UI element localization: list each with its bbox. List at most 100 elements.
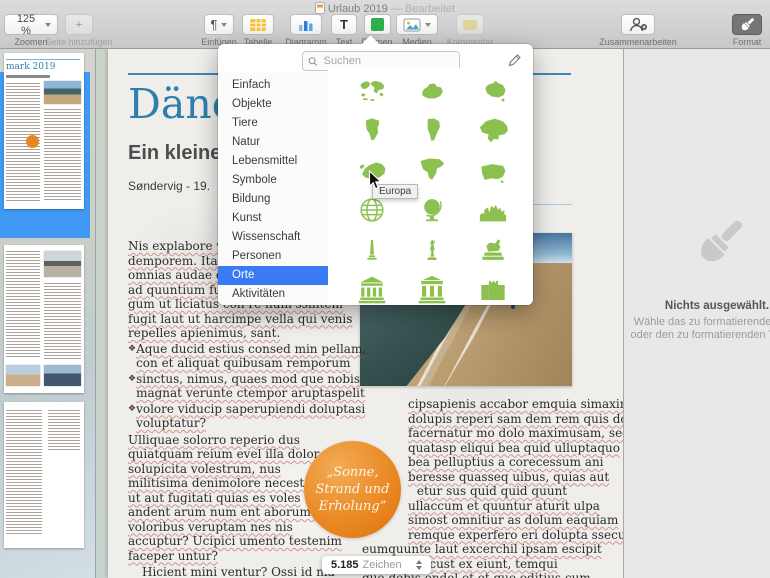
mouse-cursor <box>368 169 382 195</box>
stepper-down-icon[interactable] <box>415 566 422 573</box>
thumb-text-block <box>44 109 81 201</box>
north-america-icon <box>420 158 445 180</box>
chart-button[interactable] <box>290 14 322 35</box>
stepper-up-icon[interactable] <box>415 557 422 564</box>
shape-asia[interactable] <box>463 110 523 150</box>
callout-circle[interactable]: „Sonne, Strand und Erholung“ <box>304 441 401 538</box>
bullet-marker: ❖ <box>128 343 137 354</box>
word-count-widget[interactable]: 5.185 Zeichen <box>322 556 431 574</box>
shape-obelisk[interactable] <box>342 230 402 270</box>
collaborate-person-icon <box>629 17 647 32</box>
category-lebensmittel[interactable]: Lebensmittel <box>218 152 328 171</box>
bullet-marker: ❖ <box>128 373 137 384</box>
bullet-text[interactable]: sinctus, nimus, quaes mod que nobis magn… <box>136 372 365 401</box>
search-input[interactable] <box>321 54 454 68</box>
bullet-item[interactable]: ❖ sinctus, nimus, quaes mod que nobis ma… <box>128 372 365 401</box>
inspector-empty-hint: Wähle das zu formatierende Objekt oder d… <box>630 316 770 341</box>
category-einfach[interactable]: Einfach <box>218 76 328 95</box>
category-kunst[interactable]: Kunst <box>218 209 328 228</box>
thumb-text-block <box>48 410 80 450</box>
shape-temple[interactable] <box>342 270 402 305</box>
table-icon <box>250 18 266 31</box>
asia-icon <box>479 118 508 143</box>
category-symbole[interactable]: Symbole <box>218 171 328 190</box>
shape-south-america[interactable] <box>402 110 462 150</box>
shape-city-skyline[interactable] <box>463 190 523 230</box>
search-icon <box>308 56 318 66</box>
category-tiere[interactable]: Tiere <box>218 114 328 133</box>
comment-button[interactable] <box>456 14 484 35</box>
bullet-item[interactable]: ❖ volore viducip saperupiendi doluptasi … <box>128 402 365 431</box>
document-subtitle[interactable]: Ein kleiner <box>128 142 229 165</box>
shape-world-map[interactable] <box>342 70 402 110</box>
paragraph-3[interactable]: Hicient mini ventur? Ossi id ma doluptat… <box>128 565 342 578</box>
text-box-button[interactable]: T <box>331 14 357 35</box>
add-page-label: Seite hinzufügen <box>45 37 113 47</box>
category-bildung[interactable]: Bildung <box>218 190 328 209</box>
category-aktivitaeten[interactable]: Aktivitäten <box>218 285 328 304</box>
chevron-down-icon <box>221 23 228 30</box>
category-wissenschaft[interactable]: Wissenschaft <box>218 228 328 247</box>
toolbar-collaborate-group: Zusammenarbeiten <box>592 14 684 47</box>
south-america-icon <box>428 118 441 141</box>
thumb-subtitle-bar <box>6 75 50 78</box>
usa-icon <box>481 164 506 183</box>
thumb-beach-photo <box>44 81 81 104</box>
collaborate-button[interactable] <box>621 14 655 35</box>
bullet-text[interactable]: volore viducip saperupiendi doluptasi vo… <box>136 402 365 431</box>
word-count-stepper[interactable] <box>415 557 422 573</box>
thumb-title-text: mark 2019 <box>6 62 56 72</box>
bullet-item[interactable]: ❖ Aque ducid estius consed min pellam, c… <box>128 342 366 371</box>
text-icon: T <box>340 17 348 32</box>
shape-equestrian-monument[interactable] <box>463 230 523 270</box>
document-dateline[interactable]: Søndervig - 19. <box>128 179 210 193</box>
word-count-unit: Zeichen <box>362 559 402 571</box>
shape-africa[interactable] <box>342 110 402 150</box>
category-orte[interactable]: Orte <box>218 266 328 285</box>
add-page-button[interactable]: + <box>65 14 93 35</box>
thumb-text-block <box>6 410 42 534</box>
obelisk-icon <box>367 240 377 260</box>
equestrian-monument-icon <box>482 239 504 260</box>
page-thumbnail-2[interactable] <box>4 245 84 393</box>
format-label: Format <box>732 37 762 47</box>
document-file-icon <box>314 2 325 14</box>
antarctica-icon <box>422 83 444 99</box>
thumb-text-block <box>44 283 81 359</box>
pages-app-window: Dänemark Ein kleiner Søndervig - 19. Nis… <box>0 0 770 578</box>
page-thumbnail-3[interactable] <box>4 402 84 548</box>
shape-square-icon <box>370 18 384 31</box>
category-natur[interactable]: Natur <box>218 133 328 152</box>
shape-pantheon[interactable] <box>402 270 462 305</box>
format-brush-icon <box>741 17 754 30</box>
toolbar-table-group: Tabelle <box>238 14 278 47</box>
shape-statue-of-liberty[interactable] <box>402 230 462 270</box>
shape-icon-grid <box>328 68 533 305</box>
bullet-text[interactable]: Aque ducid estius consed min pellam, con… <box>136 342 366 371</box>
format-button[interactable] <box>732 14 762 35</box>
australia-icon <box>485 80 506 102</box>
shape-button[interactable] <box>363 14 391 35</box>
category-objekte[interactable]: Objekte <box>218 95 328 114</box>
statue-of-liberty-icon <box>427 239 438 260</box>
shape-category-list: Einfach Objekte Tiere Natur Lebensmittel… <box>218 72 329 305</box>
page-thumbnail-1[interactable]: mark 2019 <box>4 53 84 209</box>
thumb-text-block <box>6 251 40 359</box>
category-personen[interactable]: Personen <box>218 247 328 266</box>
shape-castle[interactable] <box>463 270 523 305</box>
toolbar-text-group: T Text <box>324 14 364 47</box>
shape-usa[interactable] <box>463 150 523 190</box>
shape-antarctica[interactable] <box>402 70 462 110</box>
city-skyline-icon <box>479 204 506 222</box>
insert-button[interactable]: ¶ <box>203 14 235 35</box>
thumb-dune-photo <box>6 365 40 386</box>
zoom-value: 125 % <box>16 12 36 37</box>
table-button[interactable] <box>242 14 274 35</box>
inspector-empty-title: Nichts ausgewählt. <box>664 300 770 312</box>
media-button[interactable] <box>396 14 438 35</box>
temple-icon <box>358 276 386 304</box>
window-toolbar: Urlaub 2019 — Bearbeitet 125 % Zoomen + … <box>0 0 770 49</box>
comment-icon <box>463 19 477 30</box>
shape-australia[interactable] <box>463 70 523 110</box>
thumb-house-photo <box>44 251 81 277</box>
